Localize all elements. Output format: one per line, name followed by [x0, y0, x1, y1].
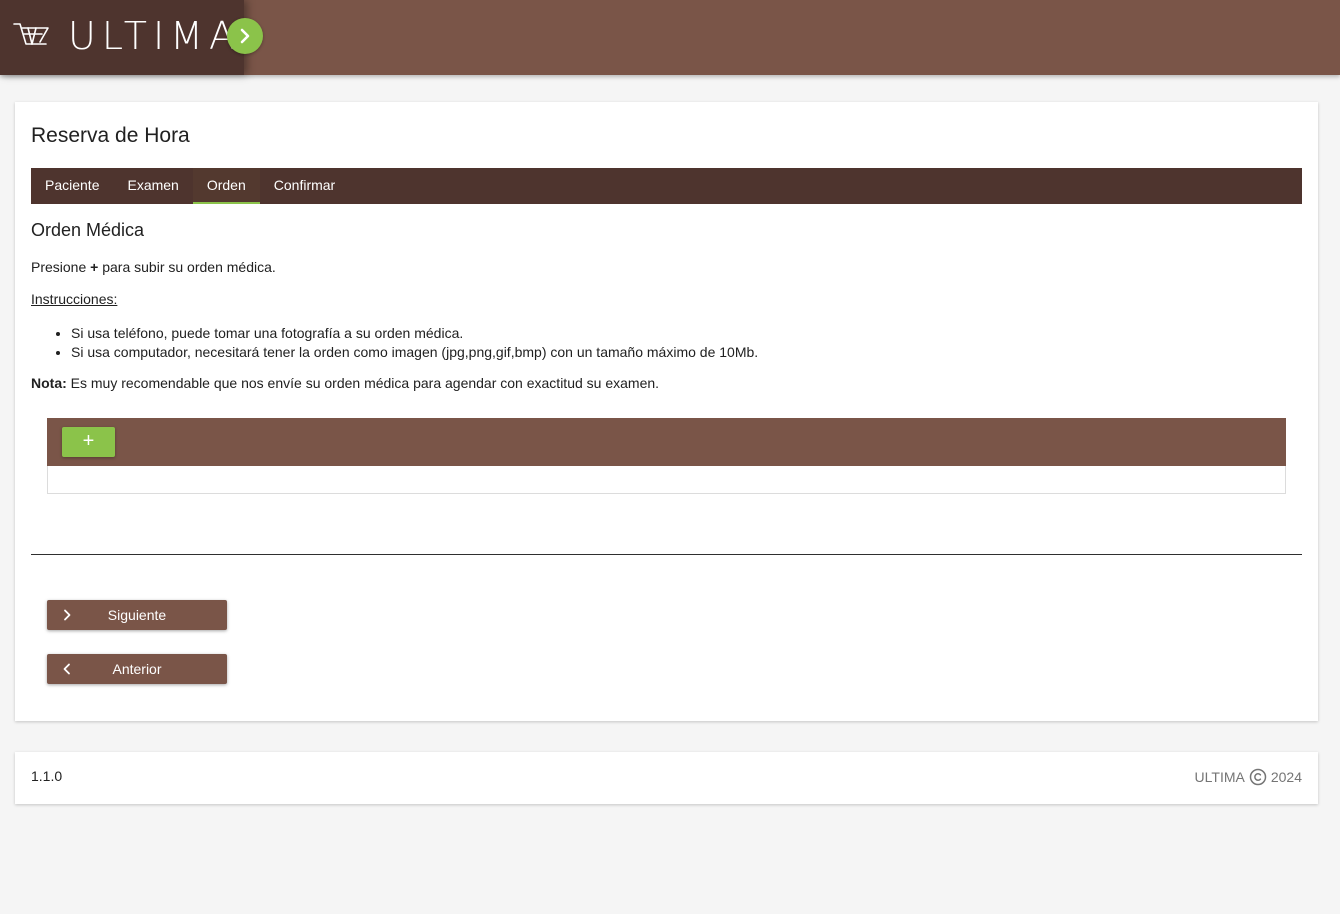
tab-confirmar[interactable]: Confirmar [260, 168, 349, 204]
top-app-bar: ULTIMA [0, 0, 1340, 75]
copyright: ULTIMA 2024 [1195, 768, 1302, 786]
upload-toolbar: + [47, 418, 1286, 466]
tab-examen[interactable]: Examen [113, 168, 192, 204]
version-label: 1.1.0 [31, 768, 63, 784]
section-title: Orden Médica [31, 220, 145, 240]
footer: 1.1.0 ULTIMA 2024 [15, 752, 1318, 804]
tab-orden[interactable]: Orden [192, 168, 260, 204]
chevron-right-icon [240, 28, 250, 44]
list-item: Si usa computador, necesitará tener la o… [71, 343, 758, 362]
menu-toggle-button[interactable] [227, 18, 263, 54]
note-label: Nota: [31, 375, 67, 391]
instructions-list: Si usa teléfono, puede tomar una fotogra… [55, 324, 758, 362]
logo-area: ULTIMA [0, 0, 244, 75]
previous-button[interactable]: Anterior [47, 654, 227, 684]
logo-icon [13, 23, 49, 45]
instruction-prefix: Presione [31, 259, 91, 275]
tab-bar: Paciente Examen Orden Confirmar [31, 168, 1302, 204]
previous-button-label: Anterior [112, 661, 162, 677]
page-title: Reserva de Hora [31, 124, 190, 147]
list-item: Si usa teléfono, puede tomar una fotogra… [71, 324, 758, 343]
instructions-heading: Instrucciones: [31, 291, 118, 307]
footer-brand: ULTIMA [1194, 769, 1245, 785]
next-button-label: Siguiente [107, 607, 167, 623]
note: Nota: Es muy recomendable que nos envíe … [31, 375, 659, 391]
next-button[interactable]: Siguiente [47, 600, 227, 630]
logo-text: ULTIMA [68, 14, 241, 58]
upload-instruction: Presione + para subir su orden médica. [31, 259, 276, 275]
add-file-button[interactable]: + [62, 427, 115, 457]
file-upload: + [47, 418, 1286, 494]
tab-paciente[interactable]: Paciente [31, 168, 113, 204]
copyright-icon [1249, 768, 1267, 786]
note-text: Es muy recomendable que nos envíe su ord… [66, 375, 660, 391]
instruction-suffix: para subir su orden médica. [98, 259, 276, 275]
footer-year: 2024 [1270, 769, 1302, 785]
booking-card: Reserva de Hora Paciente Examen Orden Co… [15, 102, 1318, 721]
divider [31, 554, 1302, 555]
